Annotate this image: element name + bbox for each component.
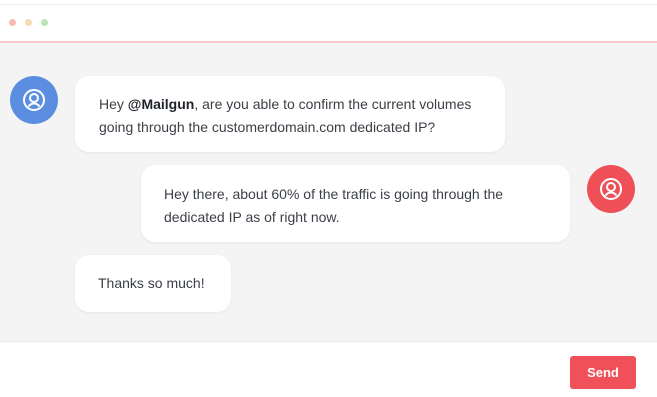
window-minimize-dot[interactable] — [25, 19, 32, 26]
message-line: going through the customerdomain.com ded… — [99, 119, 436, 135]
user-circle-icon — [600, 178, 622, 200]
window-titlebar — [0, 5, 657, 43]
message-line: Thanks so much! — [98, 275, 205, 291]
window-close-dot[interactable] — [9, 19, 16, 26]
mention-tag[interactable]: @Mailgun — [128, 96, 195, 112]
message-bubble-agent: Hey there, about 60% of the traffic is g… — [141, 165, 570, 242]
window-maximize-dot[interactable] — [41, 19, 48, 26]
agent-avatar — [587, 165, 635, 213]
message-composer: Send — [0, 341, 657, 397]
message-text: , are you able to confirm the current vo… — [194, 96, 472, 112]
message-line: Hey @Mailgun, are you able to confirm th… — [99, 93, 485, 116]
message-line: dedicated IP as of right now. — [164, 209, 340, 225]
user-circle-icon — [23, 89, 45, 111]
message-bubble-user-2: Thanks so much! — [75, 255, 231, 312]
message-text: Hey — [99, 96, 128, 112]
message-bubble-user-1: Hey @Mailgun, are you able to confirm th… — [75, 76, 505, 152]
send-button[interactable]: Send — [570, 356, 636, 389]
chat-window: Hey @Mailgun, are you able to confirm th… — [0, 5, 657, 397]
user-avatar — [10, 76, 58, 124]
message-line: Hey there, about 60% of the traffic is g… — [164, 186, 504, 202]
